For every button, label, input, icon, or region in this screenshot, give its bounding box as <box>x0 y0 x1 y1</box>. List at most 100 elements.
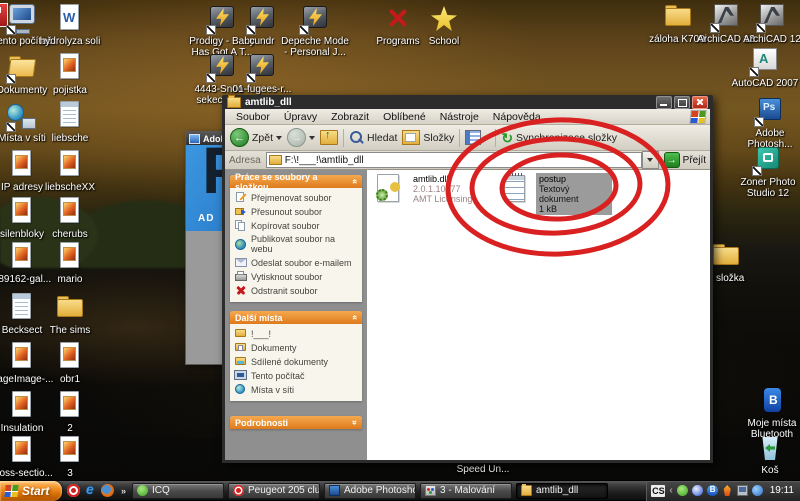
adobe-app-icon <box>189 134 200 144</box>
task-item[interactable]: Odstranit soubor <box>235 285 359 296</box>
file-detail-2: 1 kB <box>539 204 609 214</box>
desktop-icon[interactable]: obr1 <box>34 342 106 385</box>
task-item-label: Odeslat soubor e-mailem <box>251 258 352 268</box>
flame-t-icon[interactable] <box>722 485 733 496</box>
panel-other-places-header[interactable]: Další místa » <box>230 311 362 324</box>
desktop-icon[interactable]: liebscheXX <box>34 150 106 193</box>
task-item[interactable]: Kopírovat soubor <box>235 220 359 231</box>
desktop-icon-label: Zoner Photo Studio 12 <box>740 177 795 199</box>
desktop-icon[interactable]: The sims <box>34 293 106 336</box>
file-list-area[interactable]: amtlib.dll 2.0.1.10077 AMT Licensing pos… <box>367 170 710 460</box>
start-button[interactable]: Start <box>0 481 62 501</box>
forward-button[interactable]: → <box>287 128 315 147</box>
address-input[interactable]: F:\!___!\amtlib_dll <box>266 152 642 168</box>
taskbar-button-label: amtlib_dll <box>536 485 578 496</box>
file-tile[interactable]: amtlib.dll 2.0.1.10077 AMT Licensing <box>375 173 475 207</box>
tray-chevron[interactable]: ‹ <box>669 486 672 496</box>
desktop-icon[interactable]: School <box>408 4 480 47</box>
menu-item[interactable]: Oblíbené <box>376 110 433 124</box>
place-item[interactable]: Dokumenty <box>235 342 359 353</box>
place-item-label: Místa v síti <box>251 385 294 395</box>
desktop-icon[interactable]: ArchiCAD 12 <box>736 2 800 45</box>
search-button[interactable]: Hledat <box>349 130 397 145</box>
language-indicator[interactable]: CS <box>651 485 665 497</box>
file-tile[interactable]: postup Textový dokument 1 kB <box>501 173 612 215</box>
go-button[interactable]: → Přejít <box>664 152 706 168</box>
back-button[interactable]: ← Zpět <box>230 128 282 147</box>
place-item[interactable]: Místa v síti <box>235 384 359 395</box>
explorer-titlebar[interactable]: amtlib_dll <box>225 95 710 109</box>
minimize-button[interactable] <box>656 96 672 109</box>
window-controls <box>656 96 708 109</box>
desktop-icon[interactable]: AutoCAD 2007 <box>729 46 800 89</box>
opera-q-icon[interactable] <box>67 484 80 497</box>
desktop-icon[interactable]: liebsche <box>34 101 106 144</box>
place-item[interactable]: !___! <box>235 328 359 339</box>
task-item[interactable]: Vytisknout soubor <box>235 271 359 282</box>
monitor-t-icon[interactable] <box>737 485 748 496</box>
taskbar-button-label: 3 - Malování <box>440 485 495 496</box>
taskbar-button[interactable]: Adobe Photoshop CS4 <box>324 483 416 499</box>
search-label: Hledat <box>367 132 397 144</box>
doc-image-icon <box>53 53 87 83</box>
desktop-icon[interactable]: Zoner Photo Studio 12 <box>732 145 800 199</box>
panel-details-header[interactable]: Podrobnosti » <box>230 416 362 429</box>
opera-b-icon <box>233 485 244 496</box>
back-label: Zpět <box>252 132 273 144</box>
desktop-icon[interactable]: hydrolyza soli <box>34 4 106 47</box>
sync-button[interactable]: ↻ Synchronizace složky <box>501 131 617 145</box>
desktop-icon[interactable]: pojistka <box>34 53 106 96</box>
desktop-icon[interactable]: mario <box>34 242 106 285</box>
desktop-icon[interactable]: 3 <box>34 436 106 479</box>
taskbar-button[interactable]: 3 - Malování <box>420 483 512 499</box>
up-button[interactable] <box>320 130 338 145</box>
bt-t-icon[interactable] <box>707 485 718 496</box>
icq-t-icon[interactable] <box>677 485 688 496</box>
views-button[interactable] <box>465 130 490 145</box>
msn-t-icon[interactable] <box>692 485 703 496</box>
menu-item[interactable]: Úpravy <box>277 110 324 124</box>
menu-item[interactable]: Nástroje <box>433 110 486 124</box>
desktop-icon[interactable]: Adobe Photosh... <box>734 96 800 150</box>
desktop-icon-label: obr1 <box>60 374 80 385</box>
desktop-icon[interactable]: 01-fugees-r... <box>226 52 298 95</box>
task-item[interactable]: Odeslat soubor e-mailem <box>235 257 359 268</box>
copy-icon <box>235 220 247 231</box>
autocad-icon <box>748 46 782 76</box>
panel-file-tasks-header[interactable]: Práce se soubory a složkou » <box>230 175 362 188</box>
task-item[interactable]: Přesunout soubor <box>235 206 359 217</box>
doc-image-icon <box>53 242 87 272</box>
desktop-icon[interactable]: Koš <box>734 433 800 476</box>
task-item[interactable]: Publikovat soubor na webu <box>235 234 359 254</box>
globe-t-icon[interactable] <box>752 485 763 496</box>
desktop-icon[interactable]: cherubs <box>34 197 106 240</box>
menu-item[interactable]: Nápověda <box>486 110 548 124</box>
task-item[interactable]: Přejmenovat soubor <box>235 192 359 203</box>
desktop-icon-label: School <box>429 36 460 47</box>
windows-flag-icon <box>4 485 18 497</box>
folders-button[interactable]: Složky <box>402 130 454 145</box>
email-icon <box>235 257 247 268</box>
place-item[interactable]: Tento počítač <box>235 370 359 381</box>
panel-other-places: Další místa » !___! Dokumenty Sdílené do… <box>230 311 362 401</box>
address-folder-icon <box>269 155 282 165</box>
close-button[interactable] <box>692 96 708 109</box>
taskbar-button[interactable]: ICQ <box>132 483 224 499</box>
rename-icon <box>235 192 247 203</box>
desktop-icon[interactable]: Depeche Mode - Personal J... <box>279 4 351 58</box>
menu-item[interactable]: Soubor <box>229 110 277 124</box>
zoner-icon <box>751 145 785 175</box>
taskbar-button[interactable]: amtlib_dll <box>516 483 608 499</box>
web-icon <box>235 239 247 250</box>
menu-item[interactable]: Zobrazit <box>324 110 376 124</box>
quick-launch-overflow-chevron[interactable]: » <box>119 486 128 496</box>
ie-q-icon[interactable] <box>84 484 97 497</box>
maximize-button[interactable] <box>674 96 690 109</box>
firefox-q-icon[interactable] <box>101 484 114 497</box>
desktop-icon-label: cundr <box>249 36 274 47</box>
place-item[interactable]: Sdílené dokumenty <box>235 356 359 367</box>
desktop-icon[interactable]: 2 <box>34 391 106 434</box>
address-dropdown-button[interactable] <box>642 151 659 169</box>
desktop-icon[interactable]: Moje místa Bluetooth <box>736 386 800 440</box>
taskbar-button[interactable]: Peugeot 205 club • O... <box>228 483 320 499</box>
